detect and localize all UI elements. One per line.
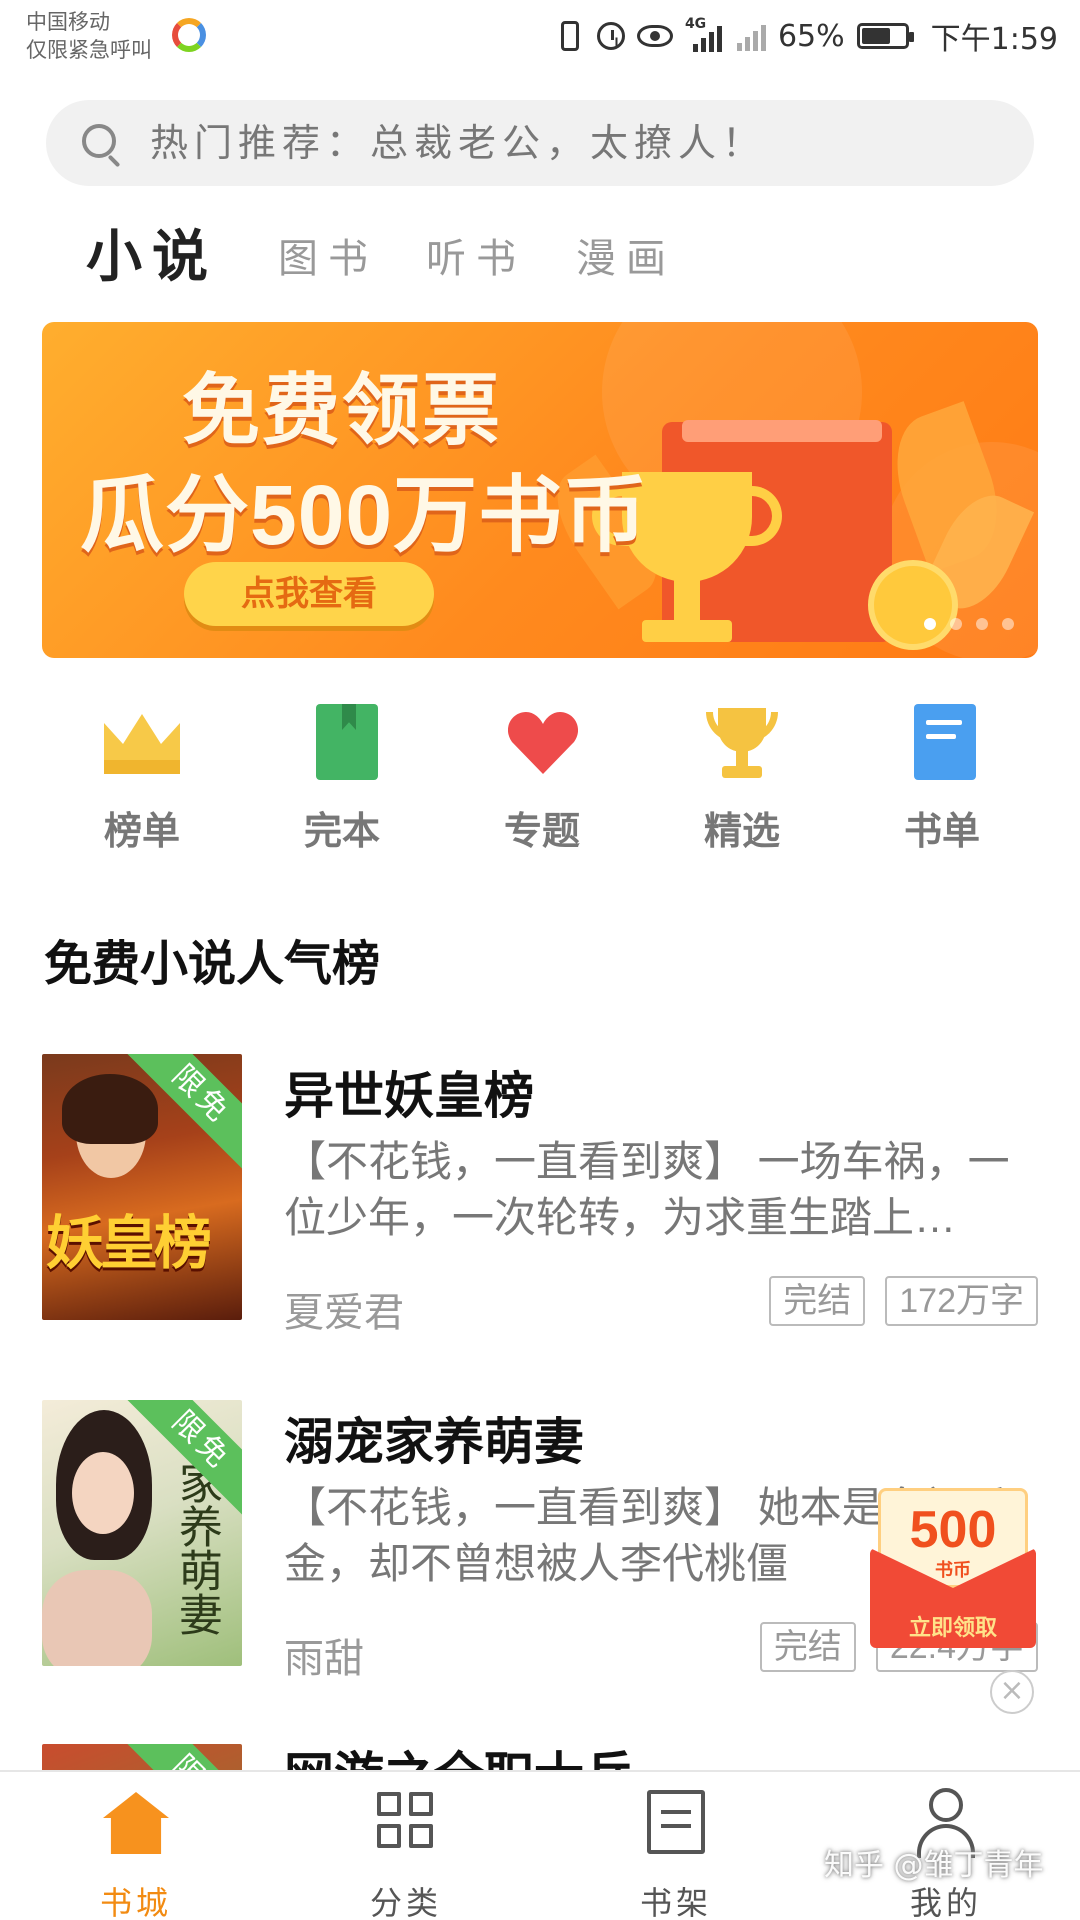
envelope-claim-label: 立即领取: [908, 1616, 997, 1641]
booklist-icon: [914, 704, 976, 780]
book-author: 雨甜: [284, 1637, 364, 1681]
nav-bookstore[interactable]: 书城: [46, 1786, 226, 1920]
close-icon[interactable]: ×: [990, 1670, 1034, 1714]
pagination-dot[interactable]: [1002, 618, 1014, 630]
banner-view-button[interactable]: 点我查看: [184, 562, 434, 626]
status-icons: 4G 65% 下午1:59: [555, 14, 1058, 58]
wordcount-tag: 172万字: [885, 1276, 1038, 1326]
book-author: 夏爱君: [284, 1291, 404, 1335]
book-title[interactable]: 网游之全职士兵: [284, 1744, 634, 1770]
category-booklists[interactable]: 书单: [862, 702, 1022, 855]
category-label: 完本: [303, 811, 380, 853]
category-completed[interactable]: 完本: [262, 702, 422, 855]
nav-label: 书架: [639, 1884, 712, 1920]
bookshelf-icon: [647, 1790, 705, 1854]
watermark: 知乎 @雏丁青年: [824, 1848, 1044, 1883]
banner-headline: 免费领票: [182, 366, 503, 454]
search-icon: [82, 124, 116, 158]
home-icon: [103, 1792, 169, 1854]
envelope-unit: 书币: [935, 1560, 971, 1581]
nav-categories[interactable]: 分类: [316, 1786, 496, 1920]
category-label: 书单: [903, 811, 980, 853]
red-envelope-promo[interactable]: 500 书币 立即领取: [870, 1488, 1036, 1648]
tab-audiobooks[interactable]: 听书: [426, 226, 526, 284]
battery-percent: 65%: [777, 18, 845, 54]
nav-label: 书城: [99, 1884, 172, 1920]
carrier-status: 仅限紧急呼叫: [26, 38, 152, 62]
book-icon: [316, 704, 378, 780]
book-item[interactable]: 限免 网游之全职士兵: [0, 1744, 1080, 1770]
carrier-info: 中国移动 仅限紧急呼叫: [26, 8, 152, 64]
trophy-icon: [702, 702, 782, 782]
signal-sim2-icon: [736, 21, 766, 51]
book-item[interactable]: 妖皇榜 限免 异世妖皇榜 【不花钱，一直看到爽】 一场车祸，一位少年，一次轮转，…: [0, 1054, 1080, 1354]
coin-illustration: [868, 560, 958, 650]
pagination-dot[interactable]: [924, 618, 936, 630]
book-title[interactable]: 异世妖皇榜: [284, 1056, 534, 1128]
book-description: 【不花钱，一直看到爽】 一场车祸，一位少年，一次轮转，为求重生踏上…: [284, 1138, 1010, 1241]
category-topics[interactable]: 专题: [462, 702, 622, 855]
book-cover[interactable]: 妖皇榜 限免: [42, 1054, 242, 1320]
eye-comfort-icon: [636, 25, 673, 47]
free-badge: 限免: [124, 1744, 242, 1770]
tab-comics[interactable]: 漫画: [576, 226, 676, 284]
nav-label: 我的: [909, 1884, 982, 1920]
book-cover[interactable]: 限免: [42, 1744, 242, 1770]
category-label: 精选: [703, 811, 780, 853]
signal-icon: 4G: [685, 16, 725, 52]
category-label: 榜单: [103, 811, 180, 853]
banner-subheadline: 瓜分500万书币: [80, 468, 649, 562]
category-picks[interactable]: 精选: [662, 702, 822, 855]
cover-title: 妖皇榜: [46, 1209, 212, 1277]
book-title[interactable]: 溺宠家养萌妻: [284, 1402, 584, 1474]
nav-label: 分类: [369, 1884, 442, 1920]
banner-pagination: [924, 618, 1014, 630]
pagination-dot[interactable]: [976, 618, 988, 630]
search-placeholder: 热门推荐：总裁老公，太撩人！: [150, 121, 767, 165]
category-row: 榜单 完本 专题 精选 书单: [0, 702, 1080, 855]
carrier-name: 中国移动: [26, 10, 110, 34]
section-title: 免费小说人气榜: [44, 938, 381, 991]
pagination-dot[interactable]: [950, 618, 962, 630]
battery-icon: [856, 23, 914, 49]
envelope-amount: 500: [909, 1501, 997, 1559]
search-bar[interactable]: 热门推荐：总裁老公，太撩人！: [46, 100, 1034, 186]
vibrate-icon: [560, 21, 579, 51]
status-bar: 中国移动 仅限紧急呼叫 4G 65% 下午1:59: [0, 0, 1080, 82]
tab-novel[interactable]: 小说: [86, 212, 218, 293]
status-tag: 完结: [759, 1622, 856, 1672]
alarm-icon: [596, 22, 625, 50]
tab-books[interactable]: 图书: [278, 226, 378, 284]
app-ring-icon: [172, 18, 206, 52]
promo-banner[interactable]: 免费领票 瓜分500万书币 点我查看: [42, 322, 1038, 658]
book-cover[interactable]: 家养萌妻 限免: [42, 1400, 242, 1666]
grid-icon: [377, 1792, 435, 1850]
clock: 下午1:59: [930, 22, 1058, 57]
category-label: 专题: [503, 811, 580, 853]
status-tag: 完结: [769, 1276, 866, 1326]
nav-bookshelf[interactable]: 书架: [586, 1786, 766, 1920]
category-rankings[interactable]: 榜单: [62, 702, 222, 855]
content-tabs: 小说 图书 听书 漫画: [0, 212, 1080, 292]
heart-icon: [508, 712, 578, 774]
